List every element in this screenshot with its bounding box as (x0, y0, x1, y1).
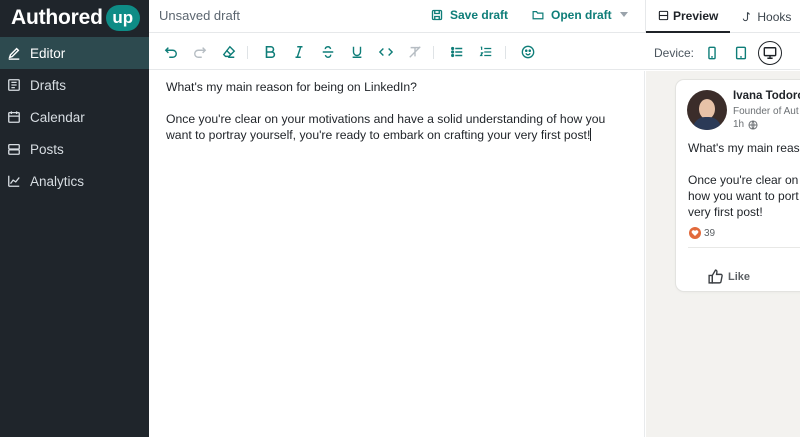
folder-icon (532, 11, 544, 20)
sidebar-nav: Editor Drafts Calendar Posts Analytics (0, 37, 149, 197)
mobile-icon (708, 46, 716, 60)
remove-format-button[interactable] (407, 44, 423, 60)
reaction-count: 39 (704, 227, 716, 239)
sidebar-item-analytics[interactable]: Analytics (0, 165, 149, 197)
reactions[interactable]: 39 (689, 227, 715, 239)
numbered-list-button[interactable] (478, 44, 494, 60)
bullet-list-button[interactable] (449, 44, 465, 60)
post-line: very first post! (688, 205, 763, 219)
editor-paragraph: What's my main reason for being on Linke… (166, 80, 417, 94)
device-desktop-button[interactable] (758, 41, 782, 65)
like-label: Like (728, 270, 751, 283)
top-bar: Unsaved draft Save draft Open draft Prev… (149, 0, 800, 33)
sidebar-item-label: Analytics (30, 173, 85, 189)
sidebar-item-posts[interactable]: Posts (0, 133, 149, 165)
tablet-icon (735, 46, 747, 60)
redo-button[interactable] (192, 44, 208, 60)
post-line: how you want to port (688, 189, 799, 203)
author-title: Founder of Aut (733, 106, 799, 117)
toolbar-divider (505, 46, 506, 59)
draft-title: Unsaved draft (159, 8, 240, 23)
post-line: Once you're clear on (688, 173, 799, 187)
sidebar-item-drafts[interactable]: Drafts (0, 69, 149, 101)
preview-pane: Ivana Todoro Founder of Aut 1h What's my… (646, 71, 800, 437)
app-window: Authored up Editor Drafts Calendar Posts… (0, 0, 800, 437)
globe-icon (748, 119, 758, 130)
post-line: What's my main reas (688, 141, 800, 155)
tab-hooks[interactable]: Hooks (730, 0, 800, 33)
logo-text: Authored (11, 6, 103, 29)
avatar-body (693, 117, 721, 130)
save-icon (431, 9, 443, 21)
clear-format-button[interactable] (221, 44, 237, 60)
sidebar: Authored up Editor Drafts Calendar Posts… (0, 0, 149, 437)
undo-icon (164, 47, 177, 58)
calendar-icon (6, 109, 22, 125)
post-time: 1h (733, 119, 758, 130)
toolbar-divider (433, 46, 434, 59)
sidebar-item-calendar[interactable]: Calendar (0, 101, 149, 133)
underline-button[interactable] (349, 44, 365, 60)
save-draft-button[interactable]: Save draft (431, 8, 508, 22)
device-tablet-button[interactable] (729, 41, 753, 65)
desktop-icon (763, 47, 777, 59)
numbered-list-icon (479, 46, 492, 57)
redo-icon (194, 47, 207, 58)
remove-format-icon (409, 46, 421, 58)
sidebar-item-label: Calendar (30, 109, 85, 125)
pencil-icon (6, 45, 22, 61)
tab-hooks-label: Hooks (757, 9, 792, 24)
post-time-label: 1h (733, 119, 745, 130)
text-caret (590, 128, 592, 141)
post-body: What's my main reas Once you're clear on… (688, 140, 800, 220)
sidebar-item-label: Posts (30, 141, 64, 157)
right-panel-tabs: Preview Hooks (645, 0, 800, 33)
author-name: Ivana Todoro (733, 90, 800, 102)
bullet-list-icon (451, 46, 463, 58)
toolbar-divider (247, 46, 248, 59)
code-button[interactable] (378, 44, 394, 60)
undo-button[interactable] (163, 44, 179, 60)
analytics-icon (6, 173, 22, 189)
drafts-icon (6, 77, 22, 93)
bold-icon (265, 45, 276, 59)
bold-button[interactable] (262, 44, 278, 60)
strikethrough-button[interactable] (320, 44, 336, 60)
avatar (687, 90, 727, 130)
editor-content[interactable]: What's my main reason for being on Linke… (149, 71, 644, 167)
editor-paragraph: Once you're clear on your motivations an… (166, 112, 606, 142)
logo[interactable]: Authored up (0, 0, 149, 36)
editor-area[interactable]: What's my main reason for being on Linke… (149, 71, 645, 437)
save-draft-label: Save draft (450, 8, 509, 22)
strikethrough-icon (322, 46, 334, 58)
open-draft-label: Open draft (551, 8, 612, 22)
like-button[interactable]: Like (707, 268, 750, 285)
chevron-down-icon[interactable] (620, 12, 628, 17)
posts-icon (6, 141, 22, 157)
open-draft-button[interactable]: Open draft (532, 8, 612, 22)
tab-preview-label: Preview (673, 8, 719, 23)
italic-icon (295, 46, 303, 58)
sidebar-item-label: Drafts (30, 77, 67, 93)
avatar-face (699, 99, 715, 119)
heart-icon (689, 227, 701, 239)
logo-badge: up (105, 5, 140, 31)
code-icon (379, 48, 393, 56)
device-mobile-button[interactable] (700, 41, 724, 65)
formatting-toolbar: Device: (149, 34, 800, 70)
sidebar-item-label: Editor (30, 45, 66, 61)
device-label: Device: (654, 46, 695, 60)
tab-preview[interactable]: Preview (646, 0, 731, 33)
sidebar-item-editor[interactable]: Editor (0, 37, 149, 69)
preview-icon (658, 10, 669, 21)
eraser-icon (222, 45, 236, 58)
card-divider (688, 247, 800, 248)
thumbs-up-icon (708, 269, 723, 284)
hooks-icon (743, 11, 751, 22)
emoji-button[interactable] (520, 44, 536, 60)
italic-button[interactable] (291, 44, 307, 60)
emoji-icon (521, 45, 535, 59)
underline-icon (352, 46, 362, 58)
linkedin-post-card: Ivana Todoro Founder of Aut 1h What's my… (676, 80, 800, 291)
